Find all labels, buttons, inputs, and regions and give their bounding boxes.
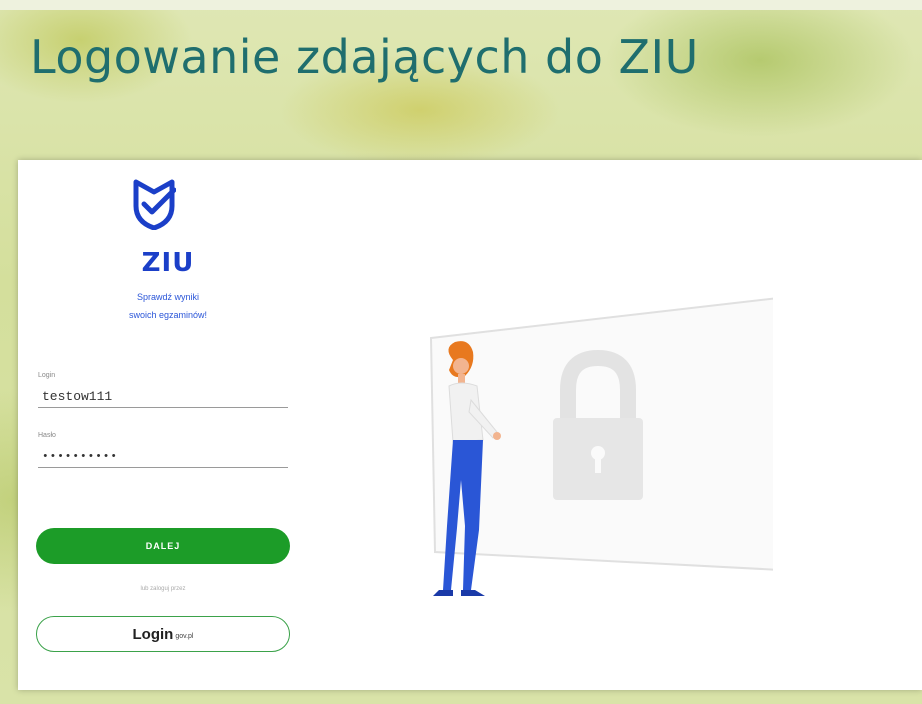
- tagline-line-2: swoich egzaminów!: [128, 310, 208, 320]
- brand-name: ZIU: [141, 248, 195, 278]
- login-gov-button[interactable]: Login gov.pl: [36, 616, 290, 652]
- login-input[interactable]: [38, 386, 288, 408]
- slide-title: Logowanie zdających do ZIU: [30, 30, 699, 84]
- alt-login-text: lub zaloguj przez: [140, 586, 186, 592]
- top-band: [0, 0, 922, 10]
- shield-check-icon: [133, 179, 176, 230]
- password-label: Hasło: [38, 432, 56, 439]
- login-panel: ZIU Sprawdź wyniki swoich egzaminów! Log…: [18, 160, 922, 690]
- login-gov-sub: gov.pl: [175, 632, 194, 640]
- password-input[interactable]: [38, 446, 288, 468]
- tagline-line-1: Sprawdź wyniki: [136, 292, 200, 302]
- login-gov-main: Login: [132, 625, 174, 643]
- padlock-person-illustration: [429, 297, 773, 596]
- login-label: Login: [38, 372, 56, 379]
- brand-tagline: Sprawdź wyniki swoich egzaminów!: [18, 288, 318, 324]
- next-button[interactable]: DALEJ: [36, 528, 290, 564]
- login-form-column: ZIU Sprawdź wyniki swoich egzaminów! Log…: [18, 160, 318, 690]
